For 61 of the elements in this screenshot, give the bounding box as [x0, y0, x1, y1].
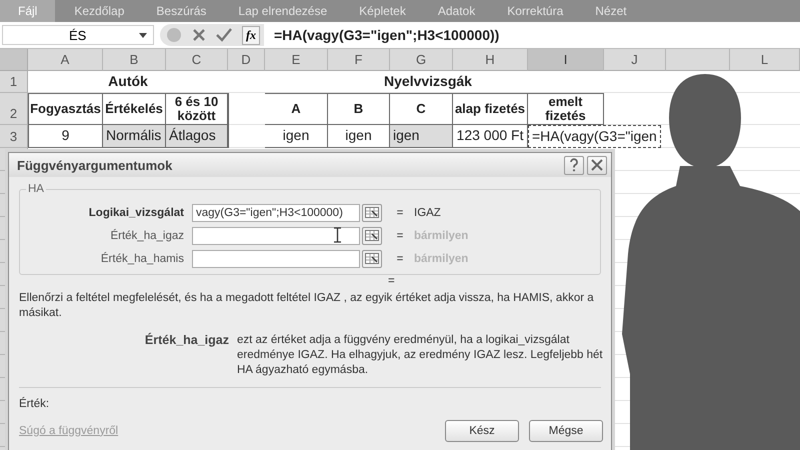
collapse-dialog-button[interactable]: [362, 226, 382, 244]
formula-field[interactable]: =HA(vagy(G3="igen";H3<100000)): [264, 27, 500, 43]
column-header[interactable]: A: [28, 49, 103, 71]
column-header[interactable]: C: [166, 49, 228, 71]
argument-result: bármilyen: [414, 252, 468, 264]
help-button[interactable]: [564, 156, 584, 174]
range-select-icon: [365, 253, 379, 264]
circle-icon: [166, 27, 182, 43]
argument-result: IGAZ: [414, 206, 441, 218]
column-header[interactable]: D: [228, 49, 265, 71]
table-cell: igen: [390, 125, 453, 148]
table-cell: Fogyasztás: [28, 93, 103, 125]
equals-sign: =: [396, 230, 404, 242]
column-header[interactable]: H: [453, 49, 528, 71]
table-cell-text: Nyelvvizsgák: [383, 72, 473, 92]
insert-function-button[interactable]: fx: [242, 26, 260, 44]
row-header[interactable]: 3: [0, 125, 28, 148]
table-cell: Normális: [103, 125, 166, 148]
value-label: Érték:: [19, 398, 50, 410]
column-header[interactable]: I: [528, 49, 604, 71]
table-cell: Átlagos: [166, 125, 228, 148]
argument-field[interactable]: [192, 250, 360, 268]
argument-label: Érték_ha_igaz: [109, 230, 185, 242]
equals-sign: =: [388, 275, 395, 287]
argument-help-text: ezt az értéket adja a függvény eredményül, ha a logikai_vizsgálat eredménye IGAZ. Ha elhagyjuk, az eredmény IGAZ lesz. Legfeljebb hét HA ágyazható egymásba.: [237, 332, 603, 378]
function-name: HA: [27, 183, 45, 195]
name-box-value: ÉS: [69, 28, 86, 42]
argument-label: Logikai_vizsgálat: [88, 206, 185, 218]
argument-help-label: Érték_ha_igaz: [144, 332, 230, 349]
dialog-title: Függvényargumentumok: [17, 158, 172, 172]
dialog-button[interactable]: Kész: [445, 420, 519, 442]
argument-result: bármilyen: [414, 230, 468, 242]
column-header[interactable]: L: [730, 49, 800, 71]
argument-field[interactable]: [192, 226, 360, 244]
range-select-icon: [365, 230, 379, 241]
column-header[interactable]: G: [390, 49, 453, 71]
table-cell-text: Autók: [107, 72, 149, 92]
dropdown-caret-icon[interactable]: [139, 32, 147, 38]
column-header[interactable]: E: [265, 49, 328, 71]
range-select-icon: [365, 207, 379, 218]
argument-label: Érték_ha_hamis: [100, 252, 185, 264]
dialog-button[interactable]: Mégse: [529, 420, 603, 442]
help-icon: [569, 158, 579, 172]
row-header[interactable]: 1: [0, 71, 28, 93]
name-box[interactable]: ÉS: [2, 25, 154, 45]
column-header[interactable]: J: [604, 49, 666, 71]
cancel-icon[interactable]: [192, 28, 206, 42]
close-icon: [591, 159, 603, 171]
equals-sign: =: [396, 252, 404, 264]
equals-sign: =: [396, 206, 404, 218]
collapse-dialog-button[interactable]: [362, 204, 382, 222]
cell-editor[interactable]: =HA(vagy(G3="igen: [528, 125, 661, 148]
column-header[interactable]: B: [103, 49, 166, 71]
collapse-dialog-button[interactable]: [362, 250, 382, 268]
function-description: Ellenőrzi a feltétel megfelelését, és ha a megadott feltétel IGAZ , az egyik értéket adja vissza, ha HAMIS, akkor a másikat.: [19, 291, 595, 321]
text-cursor-icon: [333, 226, 342, 242]
confirm-check-icon[interactable]: [216, 28, 232, 42]
argument-field[interactable]: vagy(G3="igen";H3<100000): [192, 204, 360, 222]
row-header[interactable]: 2: [0, 93, 28, 125]
close-button[interactable]: [587, 156, 607, 174]
column-header[interactable]: F: [328, 49, 390, 71]
